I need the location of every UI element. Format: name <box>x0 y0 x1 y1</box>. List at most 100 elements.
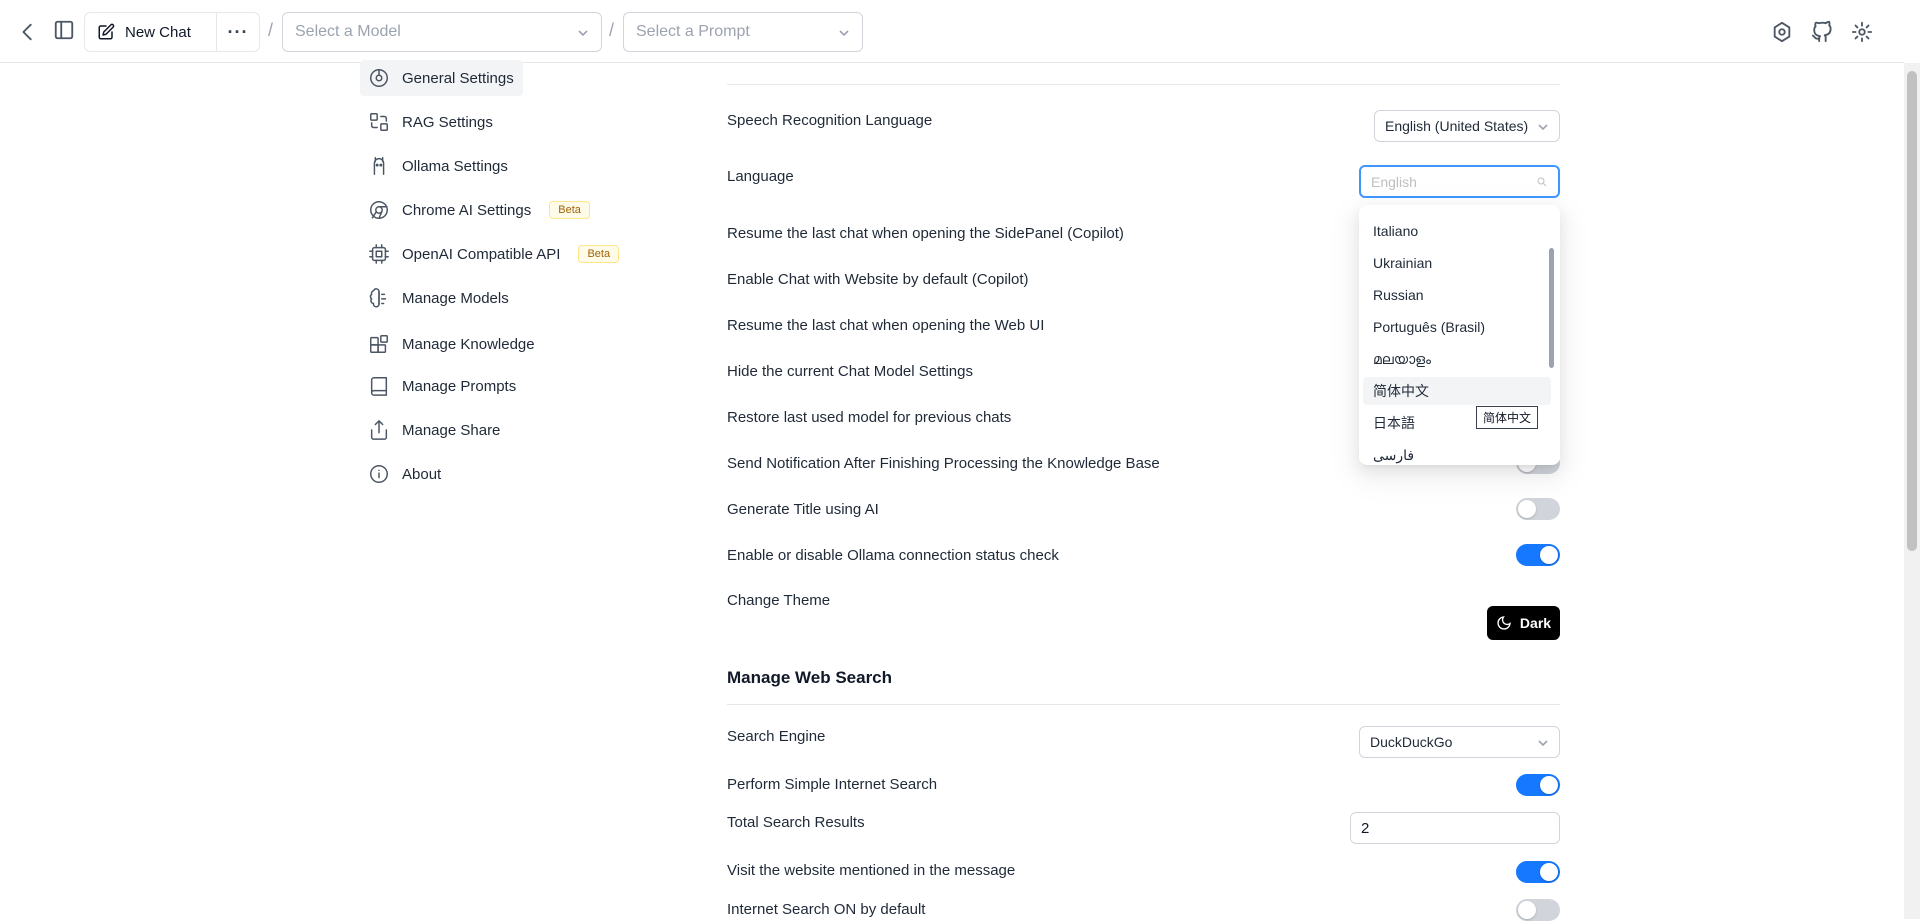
setting-row-label: Send Notification After Finishing Proces… <box>727 455 1160 472</box>
language-option[interactable]: فارسی <box>1363 441 1551 465</box>
language-option[interactable]: 简体中文 <box>1363 377 1551 405</box>
toggle-knob <box>1518 901 1536 919</box>
sidebar-item-manage-models[interactable]: Manage Models <box>360 280 517 316</box>
setting-row-label: Generate Title using AI <box>727 501 879 518</box>
chevron-down-icon <box>838 26 850 38</box>
speech-language-value: English (United States) <box>1385 118 1529 134</box>
chrome-icon <box>370 201 388 219</box>
language-option[interactable]: Italiano <box>1363 217 1551 245</box>
sidebar-item-label: General Settings <box>402 69 514 87</box>
toggle-knob <box>1540 776 1558 794</box>
generate-title-toggle[interactable] <box>1516 498 1560 520</box>
visit-website-label: Visit the website mentioned in the messa… <box>727 862 1016 879</box>
language-label: Language <box>727 168 794 185</box>
change-theme-label: Change Theme <box>727 592 831 609</box>
setting-row-label: Resume the last chat when opening the Si… <box>727 225 1124 242</box>
separator: / <box>268 20 274 40</box>
chip-icon <box>369 244 389 264</box>
chevron-down-icon <box>1537 120 1549 132</box>
separator: / <box>609 20 615 40</box>
sidebar-item-ollama-settings[interactable]: Ollama Settings <box>360 148 516 184</box>
option-tooltip: 简体中文 <box>1476 406 1539 429</box>
prompt-select-placeholder: Select a Prompt <box>636 23 750 40</box>
language-option[interactable]: മലയാളം <box>1363 345 1551 373</box>
language-option[interactable]: Russian <box>1363 281 1551 309</box>
prompt-select[interactable]: Select a Prompt <box>623 12 863 52</box>
toggle-knob <box>1540 546 1558 564</box>
book-icon <box>370 377 388 396</box>
new-chat-button[interactable]: New Chat <box>85 13 217 51</box>
dark-theme-label: Dark <box>1519 615 1552 631</box>
beta-badge: Beta <box>549 201 590 219</box>
ollama-icon <box>373 157 385 175</box>
ollama-status-check-toggle[interactable] <box>1516 544 1560 566</box>
setting-row-label: Restore last used model for previous cha… <box>727 409 1012 426</box>
page-scrollbar[interactable] <box>1904 63 1920 919</box>
setting-row-label: Resume the last chat when opening the We… <box>727 317 1045 334</box>
sidebar-item-label: Ollama Settings <box>402 157 508 175</box>
brain-icon <box>369 288 387 308</box>
edit-icon <box>98 23 115 40</box>
search-default-on-toggle[interactable] <box>1516 899 1560 921</box>
divider <box>727 84 1560 85</box>
setting-row-label: Hide the current Chat Model Settings <box>727 363 973 380</box>
sidebar-item-label: Manage Prompts <box>402 377 517 395</box>
visit-website-toggle[interactable] <box>1516 861 1560 883</box>
sidebar-item-label: About <box>402 465 442 483</box>
speech-language-label: Speech Recognition Language <box>727 112 933 129</box>
search-icon <box>1537 177 1547 186</box>
search-engine-select[interactable]: DuckDuckGo <box>1359 726 1560 758</box>
search-engine-label: Search Engine <box>727 728 826 745</box>
speech-language-select[interactable]: English (United States) <box>1374 110 1560 142</box>
sidebar-item-openai-compatible-api[interactable]: OpenAI Compatible API Beta <box>360 236 627 272</box>
divider <box>727 704 1560 705</box>
sidebar-item-about[interactable]: About <box>360 456 449 492</box>
share-icon <box>370 420 388 440</box>
moon-icon <box>1497 616 1511 630</box>
top-bar: New Chat ··· / Select a Model / Select a… <box>0 0 1904 63</box>
chevron-down-icon <box>577 26 589 38</box>
language-option[interactable]: Português (Brasil) <box>1363 313 1551 341</box>
dropdown-scrollbar[interactable] <box>1549 248 1554 368</box>
new-chat-label: New Chat <box>125 23 191 41</box>
github-icon[interactable] <box>1810 20 1834 44</box>
blocks-icon <box>370 335 388 353</box>
sidebar-item-manage-prompts[interactable]: Manage Prompts <box>360 368 524 404</box>
sidebar-item-rag-settings[interactable]: RAG Settings <box>360 104 501 140</box>
sidebar-item-label: Manage Knowledge <box>402 335 535 353</box>
simple-search-label: Perform Simple Internet Search <box>727 776 938 793</box>
model-select-placeholder: Select a Model <box>295 23 401 40</box>
sidebar-item-chrome-ai-settings[interactable]: Chrome AI Settings Beta <box>360 192 598 228</box>
sidebar-item-label: Chrome AI Settings <box>402 201 532 219</box>
setting-row-label: Enable Chat with Website by default (Cop… <box>727 271 1029 288</box>
search-default-on-label: Internet Search ON by default <box>727 901 926 918</box>
settings-gear-icon[interactable] <box>1850 20 1874 44</box>
toggle-knob <box>1540 863 1558 881</box>
language-option[interactable]: Ukrainian <box>1363 249 1551 277</box>
sidebar-item-manage-knowledge[interactable]: Manage Knowledge <box>360 326 543 362</box>
more-options-button[interactable]: ··· <box>217 13 259 51</box>
sidebar-toggle-icon[interactable] <box>52 18 76 42</box>
toggle-knob <box>1518 500 1536 518</box>
sidebar-item-label: Manage Share <box>402 421 501 439</box>
search-engine-value: DuckDuckGo <box>1370 734 1453 750</box>
simple-search-toggle[interactable] <box>1516 774 1560 796</box>
rag-icon <box>370 113 388 131</box>
setting-row-label: Enable or disable Ollama connection stat… <box>727 547 1059 564</box>
language-search-input[interactable]: English <box>1359 165 1560 198</box>
back-icon[interactable] <box>16 20 40 44</box>
beta-badge: Beta <box>578 245 620 263</box>
total-results-input[interactable]: 2 <box>1350 812 1560 844</box>
sidebar-item-manage-share[interactable]: Manage Share <box>360 412 508 448</box>
total-results-label: Total Search Results <box>727 814 865 831</box>
sidebar-item-general-settings[interactable]: General Settings <box>360 60 523 96</box>
info-icon <box>370 465 388 483</box>
sidebar-item-label: RAG Settings <box>402 113 493 131</box>
sidebar-item-label: OpenAI Compatible API <box>402 245 561 263</box>
ollama-status-icon[interactable] <box>1770 20 1794 44</box>
web-search-section-title: Manage Web Search <box>727 668 893 687</box>
model-select[interactable]: Select a Model <box>282 12 602 52</box>
scrollbar-thumb[interactable] <box>1907 71 1917 551</box>
general-settings-icon <box>370 69 388 87</box>
dark-theme-button[interactable]: Dark <box>1487 606 1560 640</box>
